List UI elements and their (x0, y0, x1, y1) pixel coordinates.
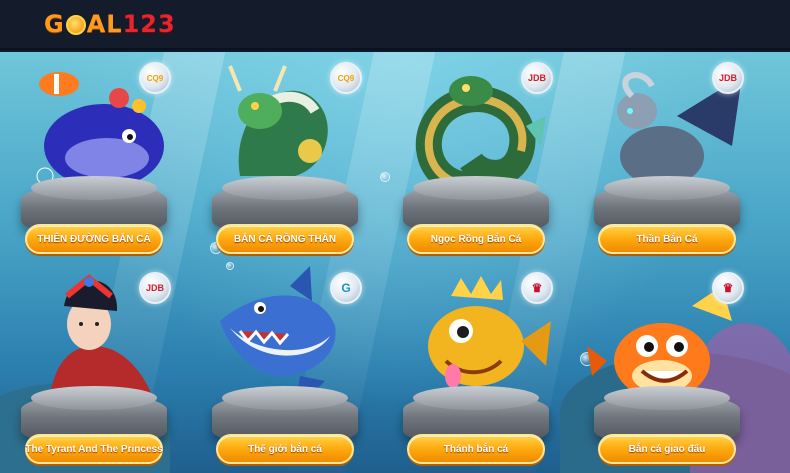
game-button[interactable]: Ngọc Rồng Bắn Cá (407, 224, 545, 254)
game-card[interactable]: JDB The Tyrant And The Princess (9, 266, 179, 466)
bubble (380, 172, 390, 182)
game-card[interactable]: CQ9 BẮN CÁ RỒNG THẦN (200, 56, 370, 256)
game-card[interactable]: ♛ Bắn cá giao đấu (582, 266, 752, 466)
crown-logo-icon: ♛ (712, 272, 744, 304)
game-card[interactable]: ♛ Thánh bắn cá (391, 266, 561, 466)
game-button[interactable]: Thần Bắn Cá (598, 224, 736, 254)
game-card[interactable]: JDB Ngọc Rồng Bắn Cá (391, 56, 561, 256)
jdb-logo-icon: JDB (139, 272, 171, 304)
cq9-logo-icon: CQ9 (330, 62, 362, 94)
game-button[interactable]: THIÊN ĐƯỜNG BẮN CÁ (25, 224, 163, 254)
game-card[interactable]: CQ9 THIÊN ĐƯỜNG BẮN CÁ (9, 56, 179, 256)
game-button[interactable]: The Tyrant And The Princess (25, 434, 163, 464)
jdb-logo-icon: JDB (521, 62, 553, 94)
logo-letter: G (44, 10, 65, 38)
jdb-logo-icon: JDB (712, 62, 744, 94)
game-card[interactable]: JDB Thần Bắn Cá (582, 56, 752, 256)
game-button[interactable]: Thánh bắn cá (407, 434, 545, 464)
soccer-ball-icon (65, 15, 86, 35)
goal123-logo[interactable]: G AL 123 (44, 10, 176, 38)
game-lobby: CQ9 THIÊN ĐƯỜNG BẮN CÁ CQ9 BẮN CÁ RỒNG T… (0, 52, 790, 473)
game-card[interactable]: G Thế giới bắn cá (200, 266, 370, 466)
top-bar: G AL 123 (0, 0, 790, 50)
game-button[interactable]: Thế giới bắn cá (216, 434, 354, 464)
g-logo-icon: G (330, 272, 362, 304)
game-button[interactable]: Bắn cá giao đấu (598, 434, 736, 464)
logo-number: 123 (122, 10, 176, 38)
cq9-logo-icon: CQ9 (139, 62, 171, 94)
crown-logo-icon: ♛ (521, 272, 553, 304)
game-button[interactable]: BẮN CÁ RỒNG THẦN (216, 224, 354, 254)
logo-letters: AL (86, 10, 123, 38)
